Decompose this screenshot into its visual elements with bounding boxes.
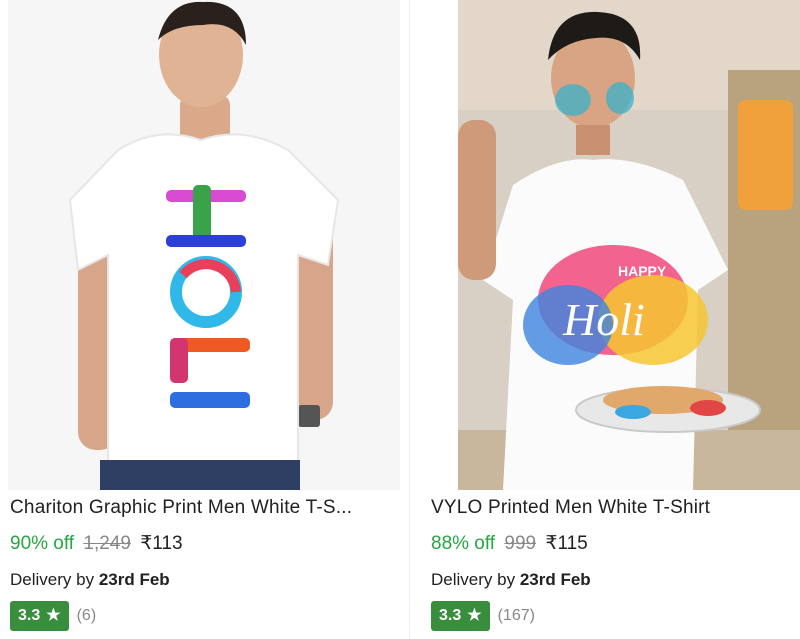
rating-row: 3.3 ★ (167) [431, 600, 535, 632]
product-image[interactable] [8, 0, 400, 490]
product-title[interactable]: Chariton Graphic Print Men White T-S... [10, 497, 395, 519]
star-icon: ★ [46, 607, 61, 624]
product-card[interactable]: Chariton Graphic Print Men White T-S... … [0, 0, 400, 639]
product-grid: Chariton Graphic Print Men White T-S... … [0, 0, 800, 639]
product-photo [8, 0, 400, 490]
delivery-date: 23rd Feb [519, 570, 591, 589]
selling-price: ₹113 [140, 533, 183, 554]
delivery-info: Delivery by 23rd Feb [10, 570, 170, 590]
product-card[interactable]: HAPPY Holi VYLO Printed Men White T-Shir… [420, 0, 800, 639]
rating-value: 3.3 [18, 607, 41, 624]
product-image[interactable]: HAPPY Holi [458, 0, 800, 490]
discount-percent: 88% off [431, 533, 496, 554]
print-text-happy: HAPPY [618, 263, 667, 279]
original-price: 999 [504, 533, 537, 554]
card-divider [400, 0, 420, 639]
delivery-date: 23rd Feb [98, 570, 170, 589]
product-photo: HAPPY Holi [458, 0, 800, 490]
rating-badge: 3.3 ★ [431, 601, 490, 631]
discount-percent: 90% off [10, 533, 75, 554]
rating-badge: 3.3 ★ [10, 601, 69, 631]
rating-value: 3.3 [439, 607, 462, 624]
review-count: (167) [497, 607, 535, 624]
price-row: 88% off 999 ₹115 [431, 532, 588, 555]
original-price: 1,249 [83, 533, 131, 554]
selling-price: ₹115 [545, 533, 588, 554]
star-icon: ★ [467, 607, 482, 624]
print-text-holi: Holi [562, 294, 645, 345]
product-title[interactable]: VYLO Printed Men White T-Shirt [431, 497, 791, 519]
delivery-label: Delivery by [431, 570, 516, 589]
delivery-label: Delivery by [10, 570, 95, 589]
review-count: (6) [76, 607, 97, 624]
price-row: 90% off 1,249 ₹113 [10, 532, 183, 555]
delivery-info: Delivery by 23rd Feb [431, 570, 591, 590]
rating-row: 3.3 ★ (6) [10, 600, 96, 632]
